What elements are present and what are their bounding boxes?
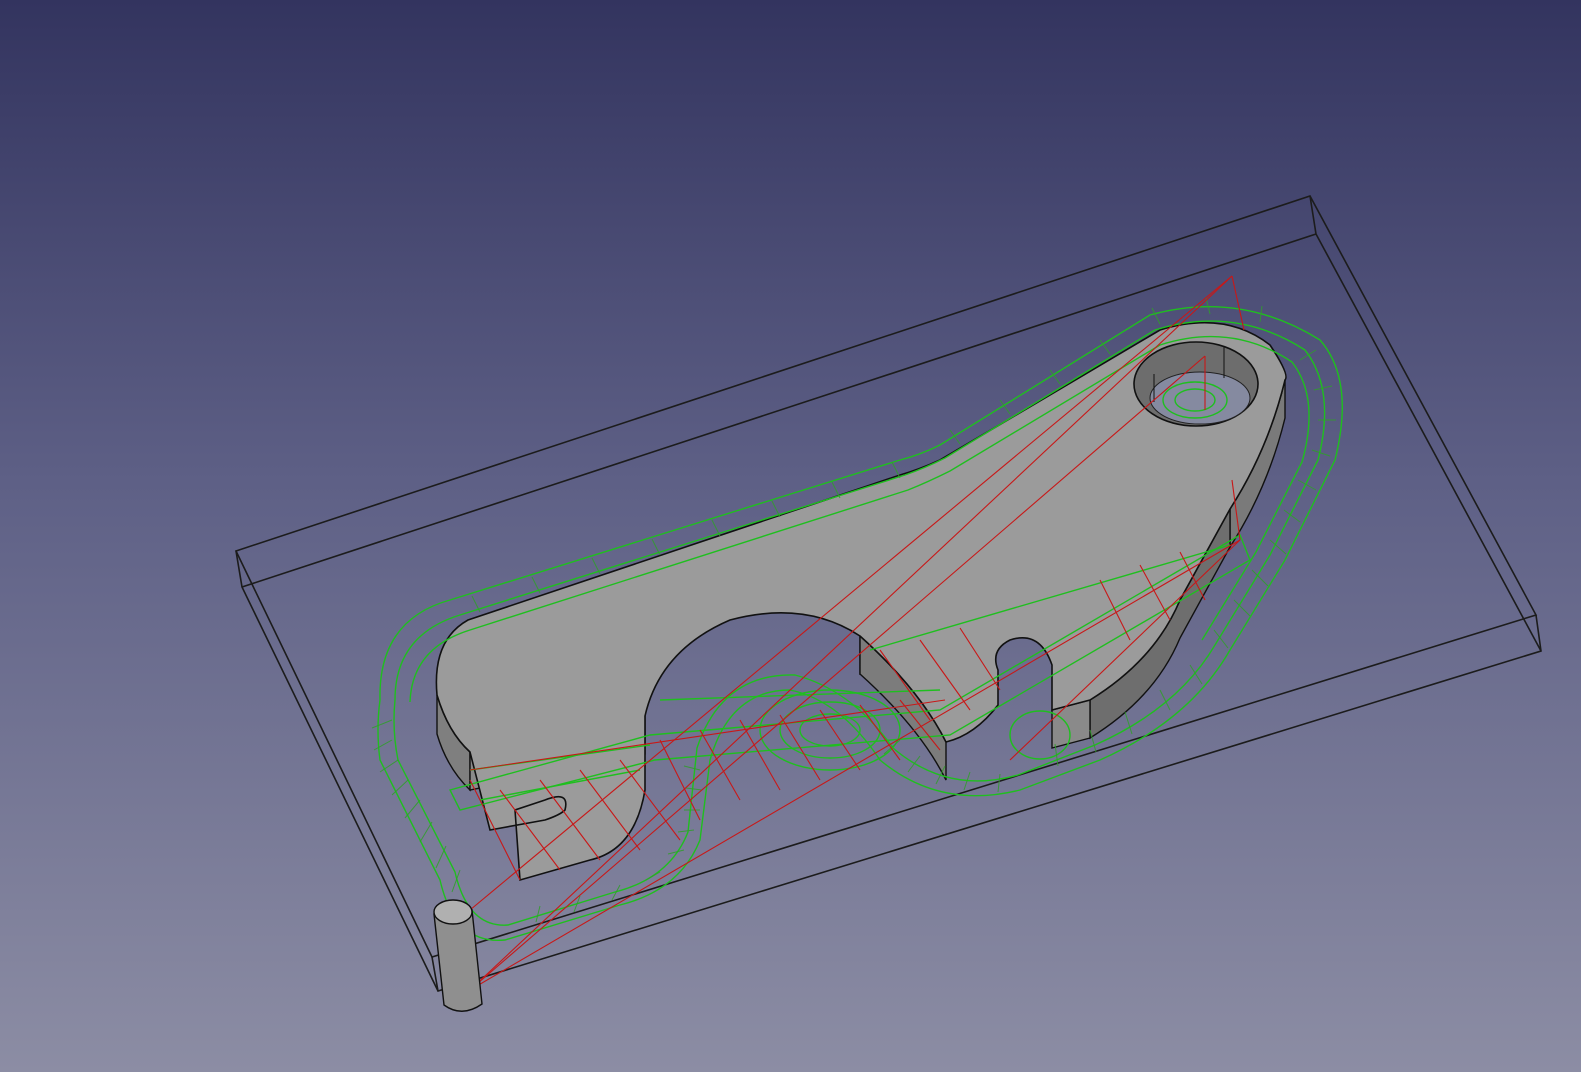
3d-view[interactable] xyxy=(0,0,1581,1072)
3d-scene[interactable] xyxy=(0,0,1581,1072)
bore-hole xyxy=(1133,341,1259,427)
tool-endmill xyxy=(433,899,483,1012)
